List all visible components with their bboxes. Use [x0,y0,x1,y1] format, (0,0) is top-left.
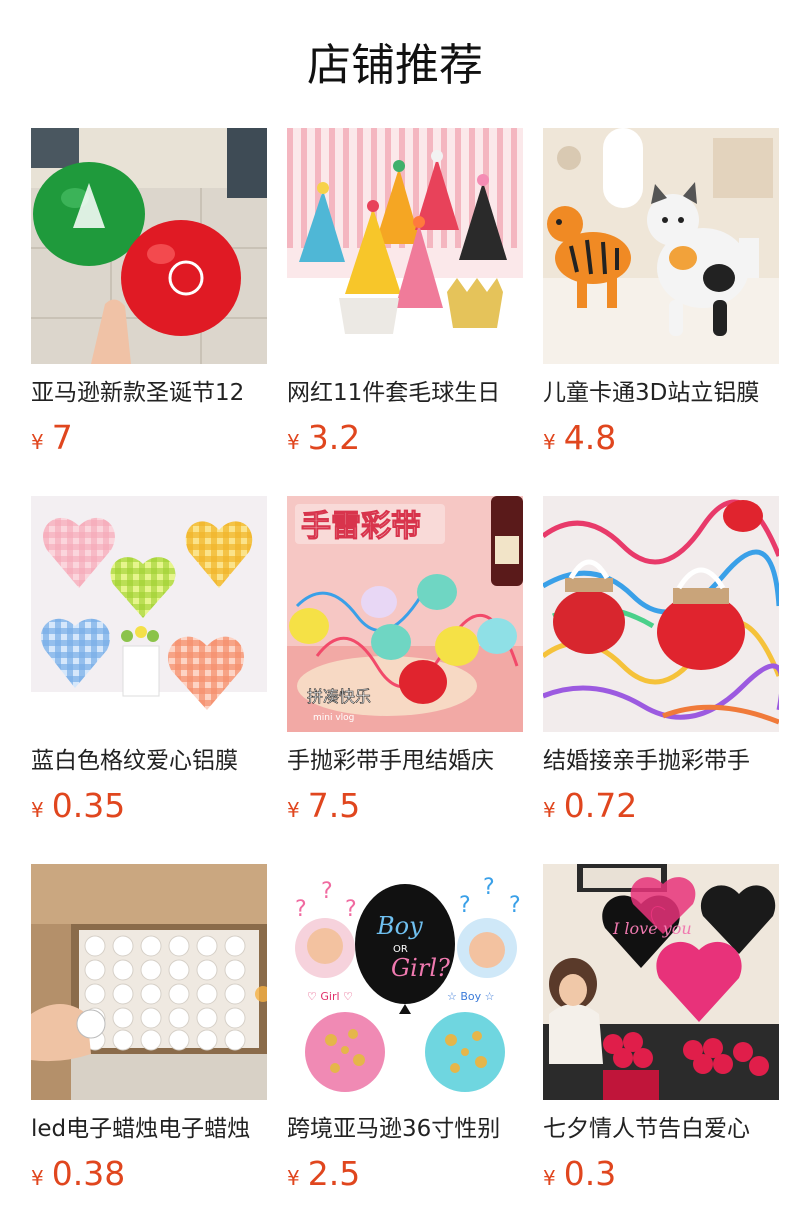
product-card[interactable]: 儿童卡通3D站立铝膜 ¥4.8 [543,128,779,468]
product-price: ¥4.8 [543,418,616,458]
boy-label: ☆ Boy ☆ [447,990,495,1003]
love-you-text: I love you [612,919,692,938]
product-image[interactable] [287,128,523,364]
product-name[interactable]: 网红11件套毛球生日 [287,376,523,410]
currency-symbol: ¥ [543,430,556,454]
product-name[interactable]: 手抛彩带手甩结婚庆 [287,744,523,778]
price-amount: 4.8 [563,418,617,457]
currency-symbol: ¥ [31,430,44,454]
product-name[interactable]: 跨境亚马逊36寸性别 [287,1112,523,1146]
product-card[interactable]: ? ? ? ? ? ? Boy OR Girl? ♡ Girl ♡ ☆ Boy … [287,864,523,1204]
currency-symbol: ¥ [31,798,44,822]
svg-text:?: ? [295,897,307,922]
product-name[interactable]: 七夕情人节告白爱心 [543,1112,779,1146]
product-name[interactable]: 儿童卡通3D站立铝膜 [543,376,779,410]
product-card[interactable]: 手雷彩带 拼凑快乐 mini vlog 手抛彩带手甩结婚庆 ¥7.5 [287,496,523,836]
product-image[interactable] [543,496,779,732]
streamers-caption-text: 拼凑快乐 [307,687,371,706]
girl-label: ♡ Girl ♡ [307,990,353,1003]
product-image[interactable] [31,128,267,364]
product-card[interactable]: led电子蜡烛电子蜡烛 ¥0.38 [31,864,267,1204]
price-amount: 0.38 [51,1154,126,1193]
svg-text:?: ? [459,893,471,918]
svg-text:?: ? [483,875,495,900]
currency-symbol: ¥ [287,798,300,822]
product-name[interactable]: 结婚接亲手抛彩带手 [543,744,779,778]
svg-text:?: ? [345,897,357,922]
girl-text: Girl? [391,954,450,982]
price-amount: 0.35 [51,786,126,825]
product-price: ¥7.5 [287,786,360,826]
product-card[interactable]: 结婚接亲手抛彩带手 ¥0.72 [543,496,779,836]
currency-symbol: ¥ [287,430,300,454]
currency-symbol: ¥ [287,1166,300,1190]
product-price: ¥3.2 [287,418,360,458]
product-image[interactable] [31,864,267,1100]
currency-symbol: ¥ [543,798,556,822]
section-title: 店铺推荐 [307,40,483,91]
product-card[interactable]: I love you 七夕情人节告白爱心 ¥0.3 [543,864,779,1204]
currency-symbol: ¥ [31,1166,44,1190]
currency-symbol: ¥ [543,1166,556,1190]
product-name[interactable]: 蓝白色格纹爱心铝膜 [31,744,267,778]
boy-text: Boy [376,912,423,940]
product-name[interactable]: 亚马逊新款圣诞节12 [31,376,267,410]
product-price: ¥0.38 [31,1154,125,1194]
product-image[interactable] [543,128,779,364]
product-price: ¥7 [31,418,73,458]
streamers-small-text: mini vlog [313,713,354,723]
svg-text:?: ? [509,893,521,918]
product-card[interactable]: 蓝白色格纹爱心铝膜 ¥0.35 [31,496,267,836]
svg-text:?: ? [321,879,333,904]
product-image[interactable] [31,496,267,732]
product-name[interactable]: led电子蜡烛电子蜡烛 [31,1112,267,1146]
product-grid: 亚马逊新款圣诞节12 ¥7 网红11件套毛球生日 ¥ 3.2 儿童卡通3D站立铝… [31,128,790,1232]
price-amount: 3.2 [307,418,361,457]
price-amount: 7 [51,418,73,457]
streamers-banner-text: 手雷彩带 [301,509,421,544]
product-image[interactable]: ? ? ? ? ? ? Boy OR Girl? ♡ Girl ♡ ☆ Boy … [287,864,523,1100]
product-image[interactable]: I love you [543,864,779,1100]
product-price: ¥2.5 [287,1154,360,1194]
product-price: ¥0.3 [543,1154,616,1194]
product-image[interactable]: 手雷彩带 拼凑快乐 mini vlog [287,496,523,732]
price-amount: 0.3 [563,1154,617,1193]
price-amount: 2.5 [307,1154,361,1193]
product-price: ¥0.35 [31,786,125,826]
product-card[interactable]: 网红11件套毛球生日 ¥3.2 [287,128,523,468]
price-amount: 7.5 [307,786,361,825]
product-price: ¥0.72 [543,786,637,826]
product-card[interactable]: 亚马逊新款圣诞节12 ¥7 [31,128,267,468]
price-amount: 0.72 [563,786,638,825]
